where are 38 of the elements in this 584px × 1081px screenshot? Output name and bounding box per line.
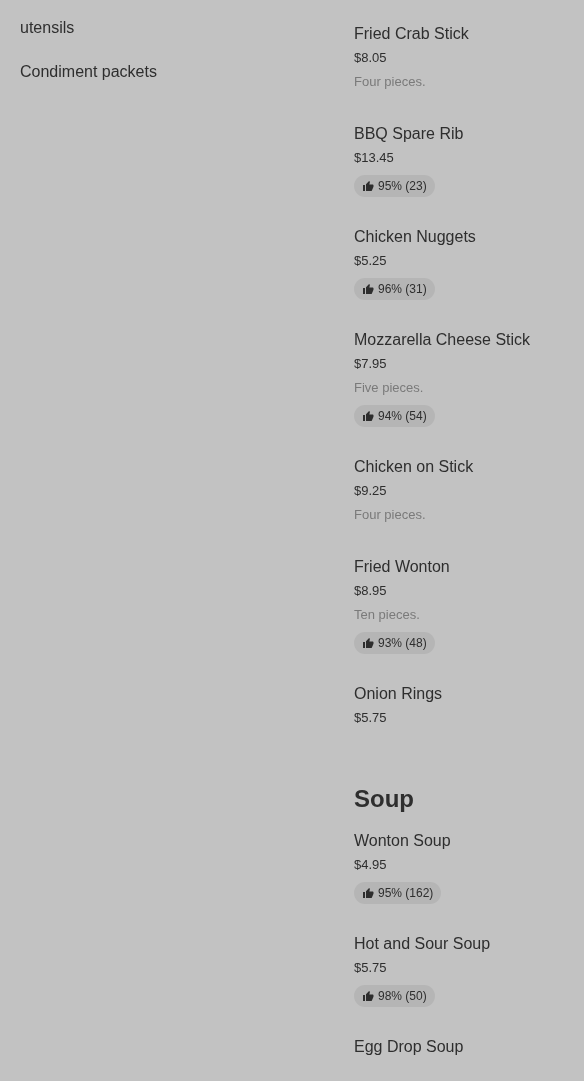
item-name[interactable]: Wonton Soup [354, 829, 451, 853]
item-price: $9.25 [354, 482, 387, 500]
rating-text: 94% (54) [378, 408, 427, 425]
thumbs-up-icon [362, 990, 374, 1002]
item-name[interactable]: Mozzarella Cheese Stick [354, 328, 531, 352]
item-price: $5.75 [354, 959, 387, 977]
rating-text: 96% (31) [378, 281, 427, 298]
item-price: $5.25 [354, 252, 387, 270]
item-name[interactable]: Fried Crab Stick [354, 22, 469, 46]
item-name[interactable]: Chicken Nuggets [354, 225, 476, 249]
rating-text: 98% (50) [378, 988, 427, 1005]
item-price: $4.95 [354, 856, 387, 874]
item-name[interactable]: BBQ Spare Rib [354, 122, 464, 146]
item-price: $8.05 [354, 49, 387, 67]
section-heading: Soup [354, 784, 415, 814]
thumbs-up-icon [362, 410, 374, 422]
item-price: $7.95 [354, 355, 387, 373]
item-price: $8.95 [354, 582, 387, 600]
thumbs-up-icon [362, 887, 374, 899]
item-price: $5.75 [354, 709, 387, 727]
item-description: Five pieces. [354, 379, 424, 397]
item-description: Four pieces. [354, 506, 426, 524]
thumbs-up-icon [362, 637, 374, 649]
item-price: $13.45 [354, 149, 394, 167]
thumbs-up-icon [362, 283, 374, 295]
item-description: Four pieces. [354, 73, 426, 91]
rating-text: 95% (23) [378, 178, 427, 195]
list-item: Condiment packets [20, 62, 158, 82]
list-item: utensils [20, 18, 76, 38]
item-description: Ten pieces. [354, 606, 420, 624]
item-name[interactable]: Fried Wonton [354, 555, 450, 579]
item-name[interactable]: Hot and Sour Soup [354, 932, 491, 956]
item-name[interactable]: Onion Rings [354, 682, 443, 706]
rating-text: 93% (48) [378, 635, 427, 652]
item-name[interactable]: Egg Drop Soup [354, 1035, 464, 1059]
item-name[interactable]: Chicken on Stick [354, 455, 474, 479]
rating-text: 95% (162) [378, 885, 434, 902]
thumbs-up-icon [362, 180, 374, 192]
